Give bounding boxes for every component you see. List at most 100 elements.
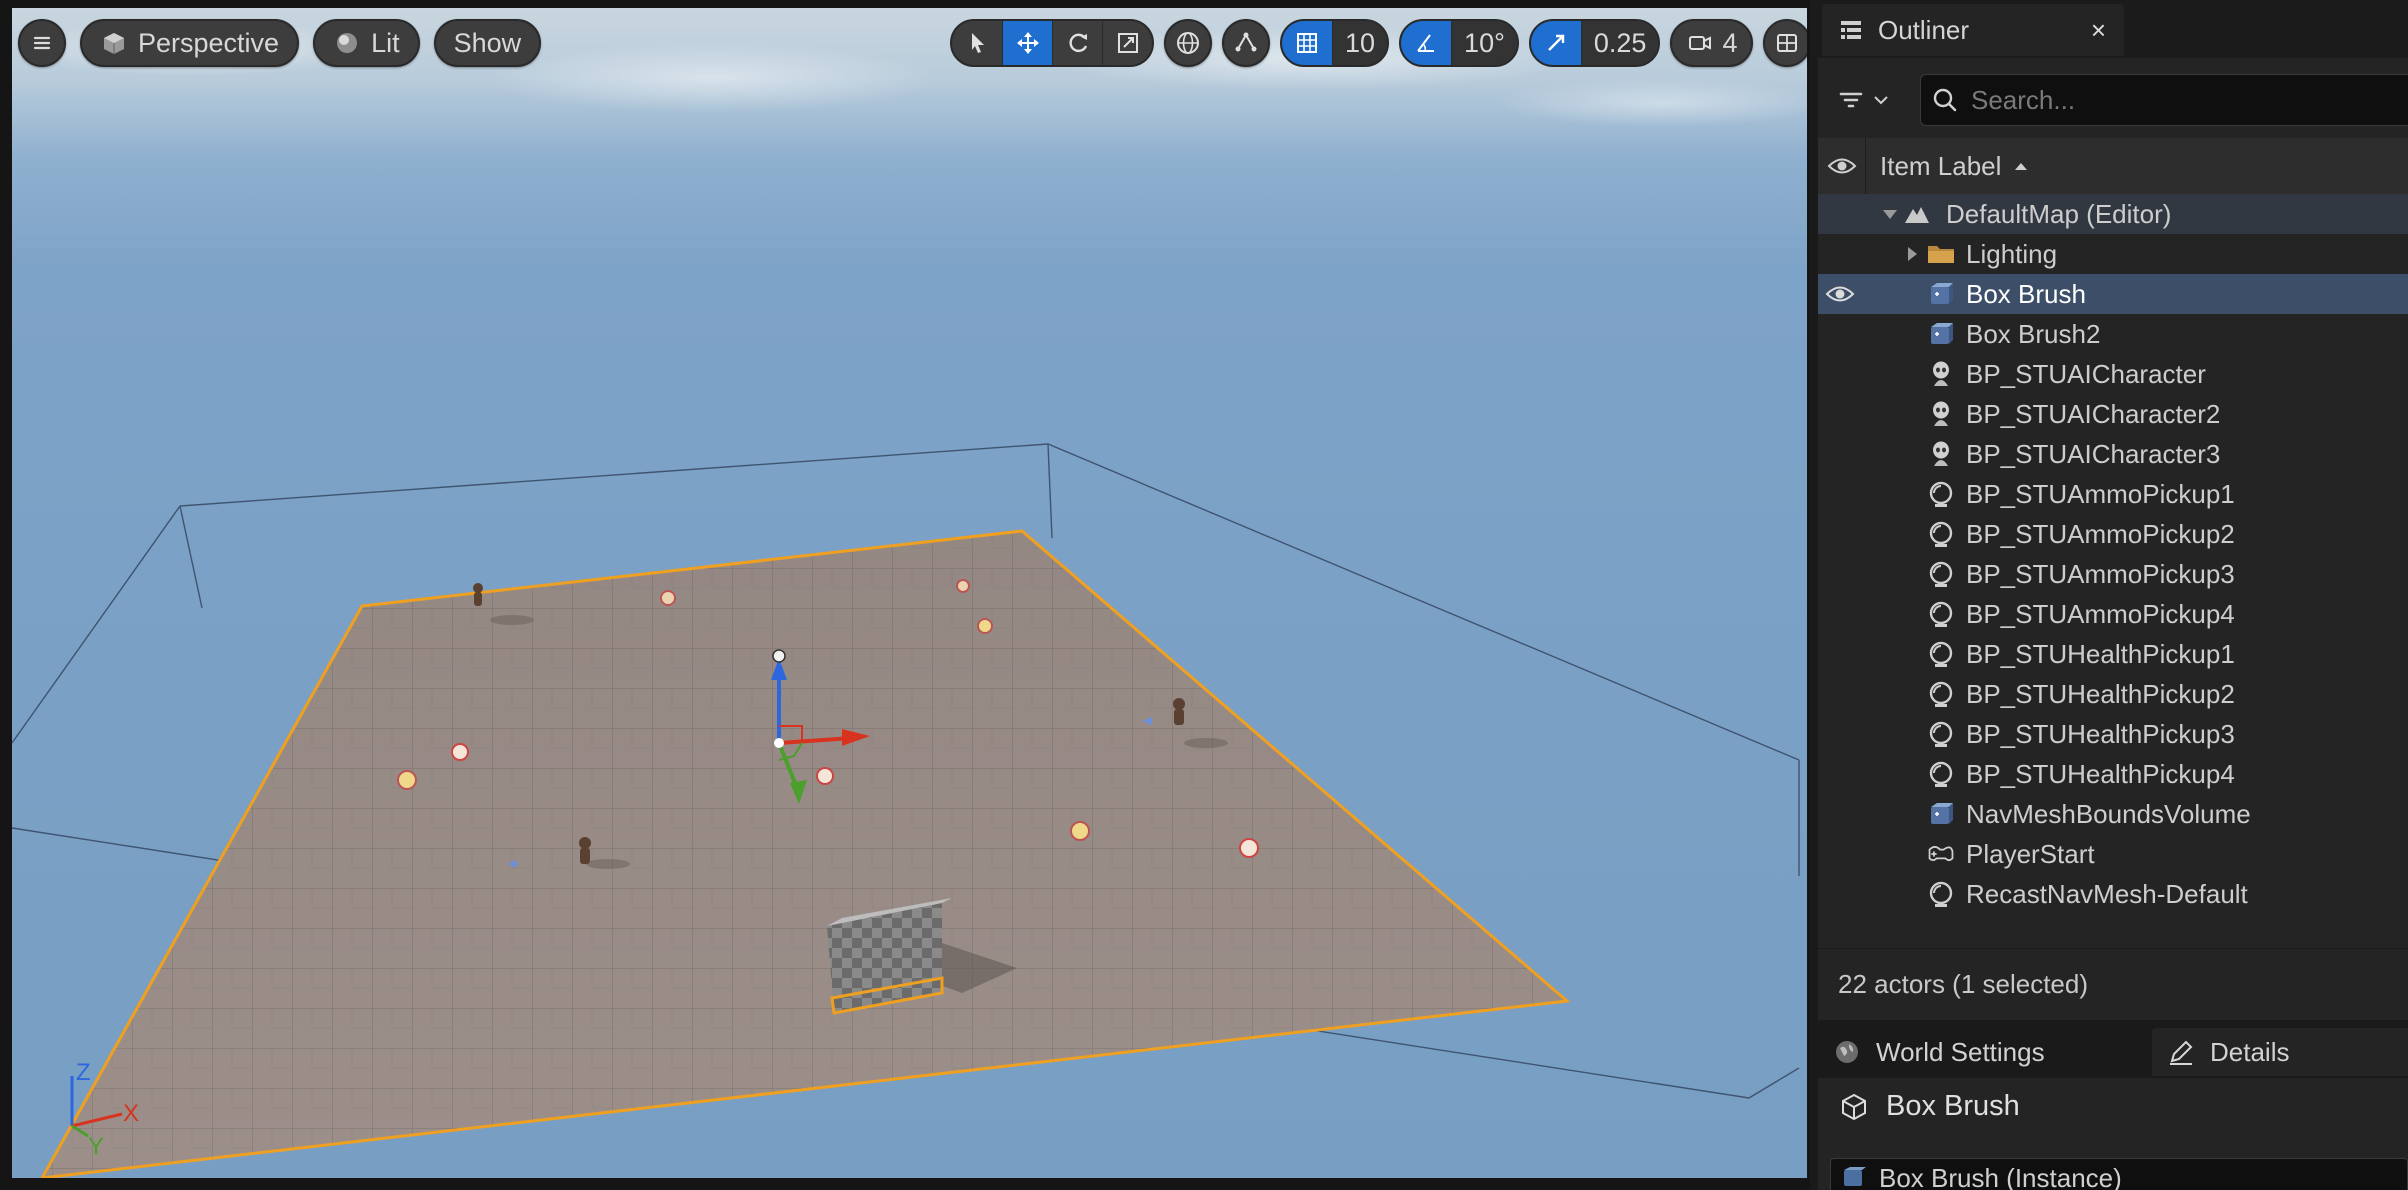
viewport-layout-button[interactable]: [1763, 19, 1807, 67]
tree-row-label: Box Brush: [1966, 278, 2086, 309]
brush-icon: [1926, 279, 1956, 309]
actor-icon: [1926, 599, 1956, 629]
pencil-icon: [2170, 1040, 2193, 1065]
player-start-icon: [1926, 839, 1956, 869]
tree-row[interactable]: BP_STUAmmoPickup3: [1818, 554, 2408, 594]
tree-row[interactable]: BP_STUHealthPickup2: [1818, 674, 2408, 714]
tree-row-label: BP_STUAmmoPickup3: [1966, 558, 2235, 589]
actor-icon: [1926, 559, 1956, 589]
search-box[interactable]: [1920, 74, 2408, 126]
tree-row[interactable]: BP_STUHealthPickup1: [1818, 634, 2408, 674]
tree-row-label: RecastNavMesh-Default: [1966, 878, 2248, 909]
scale-snap-value[interactable]: 0.25: [1580, 21, 1659, 65]
tree-row[interactable]: Box Brush2: [1818, 314, 2408, 354]
scale-snap-toggle[interactable]: [1530, 21, 1581, 65]
actor-icon: [1926, 479, 1956, 509]
tree-row-label: BP_STUHealthPickup3: [1966, 718, 2235, 749]
scale-snap-icon: [1548, 34, 1565, 51]
tree-row[interactable]: Lighting: [1818, 234, 2408, 274]
tree-row-label: BP_STUAmmoPickup2: [1966, 518, 2235, 549]
lighting-mode-button[interactable]: Lit: [313, 19, 420, 67]
outliner-status-bar: 22 actors (1 selected): [1818, 948, 2408, 1020]
tree-row[interactable]: PlayerStart: [1818, 834, 2408, 874]
scale-tool-button[interactable]: [1102, 21, 1152, 65]
pickup-actor: [956, 579, 970, 593]
tree-row[interactable]: Box Brush: [1818, 274, 2408, 314]
rotate-tool-button[interactable]: [1052, 21, 1102, 65]
search-icon: [1933, 88, 1957, 112]
brush-icon: [1926, 319, 1956, 349]
filter-button[interactable]: [1836, 77, 1906, 123]
tree-root-row[interactable]: DefaultMap (Editor): [1818, 194, 2408, 234]
actor-icon: [1926, 759, 1956, 789]
visibility-column-header[interactable]: [1818, 138, 1866, 194]
world-local-toggle[interactable]: [1164, 19, 1212, 67]
camera-speed-button[interactable]: 4: [1670, 19, 1754, 67]
tree-row-label: Lighting: [1966, 238, 2058, 269]
tree-row[interactable]: RecastNavMesh-Default: [1818, 874, 2408, 914]
tree-row[interactable]: BP_STUHealthPickup4: [1818, 754, 2408, 794]
expand-arrow-down-icon[interactable]: [1880, 194, 1900, 234]
brush-icon: [1926, 799, 1956, 829]
pickup-actor: [977, 618, 993, 634]
surface-snapping-button[interactable]: [1222, 19, 1270, 67]
folder-icon: [1926, 239, 1956, 269]
outliner-tree: DefaultMap (Editor) Lighting Box Brush Box …: [1818, 194, 2408, 914]
cube-icon: [104, 33, 124, 54]
axis-z-label: Z: [76, 1059, 91, 1086]
tree-row[interactable]: BP_STUAICharacter3: [1818, 434, 2408, 474]
character-icon: [1926, 439, 1956, 469]
sort-ascending-icon: [2015, 163, 2028, 170]
tree-row[interactable]: BP_STUAmmoPickup4: [1818, 594, 2408, 634]
tree-row[interactable]: BP_STUAmmoPickup1: [1818, 474, 2408, 514]
pickup-actor: [451, 743, 469, 761]
level-viewport[interactable]: Z X Y Perspective Lit Show 10 10° 0.25 4: [12, 8, 1807, 1178]
tab-outliner[interactable]: Outliner ×: [1822, 4, 2124, 56]
pickup-actor: [660, 590, 676, 606]
tree-row-label: BP_STUAICharacter2: [1966, 398, 2221, 429]
selected-actor-name: Box Brush: [1886, 1090, 2020, 1122]
tree-row[interactable]: BP_STUAICharacter2: [1818, 394, 2408, 434]
viewport-toolbar-left: Perspective Lit Show: [18, 13, 542, 73]
item-label-column-header[interactable]: Item Label: [1866, 151, 2029, 182]
tree-row[interactable]: BP_STUAmmoPickup2: [1818, 514, 2408, 554]
grid-icon: [1297, 33, 1317, 53]
search-input[interactable]: [1971, 84, 2371, 116]
actor-icon: [1926, 719, 1956, 749]
show-flags-button[interactable]: Show: [433, 19, 542, 67]
instance-label: Box Brush (Instance): [1879, 1162, 2122, 1190]
expand-arrow-right-icon[interactable]: [1902, 234, 1922, 274]
grid-snap-value[interactable]: 10: [1332, 21, 1388, 65]
pickup-actor: [397, 770, 417, 790]
close-icon[interactable]: ×: [2091, 15, 2106, 46]
tab-details[interactable]: Details: [2152, 1028, 2408, 1076]
right-panel: Outliner × Item Label DefaultMap (Edit: [1810, 0, 2408, 1190]
scene-render[interactable]: Z X Y: [12, 8, 1807, 1178]
actor-icon: [1926, 519, 1956, 549]
surface-snap-icon: [1235, 32, 1257, 52]
lighting-mode-label: Lit: [371, 27, 400, 58]
rotation-snap-toggle[interactable]: [1401, 21, 1452, 65]
details-panel: Box Brush Box Brush (Instance): [1818, 1078, 2408, 1190]
view-mode-button[interactable]: Perspective: [80, 19, 300, 67]
visibility-eye-icon[interactable]: [1822, 274, 1858, 314]
item-label-text: Item Label: [1880, 150, 2002, 181]
select-tool-button[interactable]: [952, 21, 1002, 65]
grid-snap-toggle[interactable]: [1282, 21, 1332, 65]
outliner-column-header: Item Label: [1818, 138, 2408, 194]
tree-row[interactable]: BP_STUHealthPickup3: [1818, 714, 2408, 754]
translate-tool-button[interactable]: [1002, 21, 1052, 65]
rotation-snap-value[interactable]: 10°: [1451, 21, 1517, 65]
tree-row[interactable]: NavMeshBoundsVolume: [1818, 794, 2408, 834]
tab-world-settings[interactable]: World Settings: [1818, 1028, 2128, 1076]
floor-plane[interactable]: [40, 529, 1571, 1178]
outliner-icon: [1841, 21, 1861, 39]
tree-row-label: BP_STUHealthPickup2: [1966, 678, 2235, 709]
viewport-menu-button[interactable]: [18, 19, 66, 67]
outliner-tab-label: Outliner: [1878, 14, 1970, 45]
scale-icon: [1117, 33, 1138, 53]
scale-snap-control: 0.25: [1528, 19, 1661, 67]
camera-icon: [1689, 36, 1712, 50]
instance-selector[interactable]: Box Brush (Instance): [1830, 1158, 2408, 1190]
tree-row[interactable]: BP_STUAICharacter: [1818, 354, 2408, 394]
